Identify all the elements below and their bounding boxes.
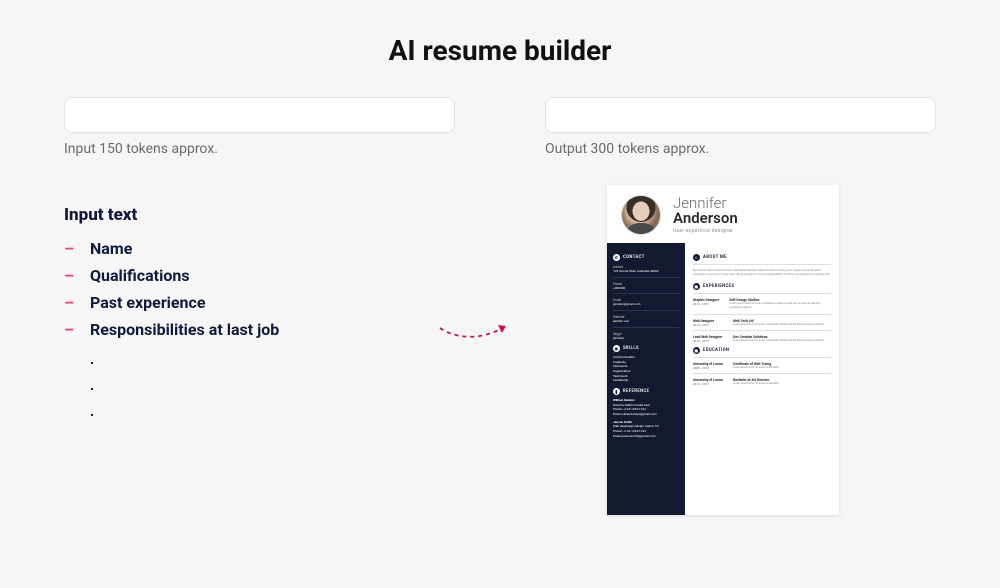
skills-section-title: ◉SKILLS [613, 345, 679, 352]
sub-dots: . . . [90, 347, 455, 425]
bullet-label: Responsibilities at last job [90, 320, 279, 339]
bookmark-icon: ❚ [613, 388, 620, 395]
resume-name: Jennifer Anderson [673, 196, 738, 226]
about-body: My name is Glenn Phillip Crampon. Distin… [693, 269, 831, 277]
ref-email: Email jansonsmith@gmail.com [613, 434, 679, 439]
dash-icon: – [64, 239, 76, 258]
resume-role: User experince designer [673, 228, 738, 234]
bullet-item: –Responsibilities at last job [64, 320, 455, 339]
label: Skype [613, 332, 622, 336]
experience-entry: Lead Web Designer2010 - 2013 Dev Creativ… [693, 335, 831, 343]
value: jenston@gmail.com [613, 302, 679, 307]
input-field[interactable] [64, 97, 455, 133]
experiences-section-title: ▣EXPERIENCES [693, 283, 831, 290]
contact-section-title: ✆CONTACT [613, 254, 679, 261]
sub-dot: . [90, 373, 455, 399]
resume-preview: Jennifer Anderson User experince designe… [607, 185, 839, 515]
input-caption: Input 150 tokens approx. [64, 141, 455, 157]
last-name: Anderson [673, 209, 738, 227]
bullet-label: Qualifications [90, 266, 190, 285]
input-heading: Input text [64, 205, 455, 225]
output-column: Output 300 tokens approx. Jennifer Ander… [545, 97, 936, 515]
bullet-item: –Name [64, 239, 455, 258]
briefcase-icon: ▣ [693, 283, 700, 290]
value: +000000 [613, 286, 679, 291]
about-section-title: ☺ABOUT ME [693, 254, 831, 261]
user-icon: ✆ [613, 254, 620, 261]
user-icon: ☺ [693, 254, 700, 261]
input-column: Input 150 tokens approx. Input text –Nam… [64, 97, 455, 515]
sub-dot: . [90, 399, 455, 425]
dash-icon: – [64, 293, 76, 312]
output-field[interactable] [545, 97, 936, 133]
experience-entry: Graphic Designer2012 - 2011 Soft Design … [693, 298, 831, 310]
bullet-label: Past experience [90, 293, 206, 312]
bullet-item: –Past experience [64, 293, 455, 312]
value: jamhers [613, 336, 679, 341]
sub-dot: . [90, 347, 455, 373]
page-title: AI resume builder [0, 34, 1000, 67]
bullet-item: –Qualifications [64, 266, 455, 285]
graduation-icon: ▣ [693, 347, 700, 354]
bullet-label: Name [90, 239, 132, 258]
skill-item: Leadership [613, 378, 679, 383]
dash-icon: – [64, 266, 76, 285]
education-section-title: ▣EDUCATION [693, 347, 831, 354]
education-entry: University of Lorem2013 - 2017 Bachelor … [693, 378, 831, 386]
value: jenston.con [613, 319, 679, 324]
resume-main: ☺ABOUT ME My name is Glenn Phillip Cramp… [685, 243, 839, 515]
value: 129 Avocia Stret, Australia 46000 [613, 269, 679, 274]
target-icon: ◉ [613, 345, 620, 352]
reference-section-title: ❚REFERENCE [613, 388, 679, 395]
resume-sidebar: ✆CONTACT Adress 129 Avocia Stret, Austra… [607, 243, 685, 515]
avatar [621, 195, 661, 235]
output-caption: Output 300 tokens approx. [545, 141, 936, 157]
dash-icon: – [64, 320, 76, 339]
experience-entry: Web Designer2013 - 2012 Web Tech LtdLore… [693, 319, 831, 327]
education-entry: University of Lorem2008 - 2010 Certifica… [693, 362, 831, 370]
arrow-icon [438, 318, 518, 350]
